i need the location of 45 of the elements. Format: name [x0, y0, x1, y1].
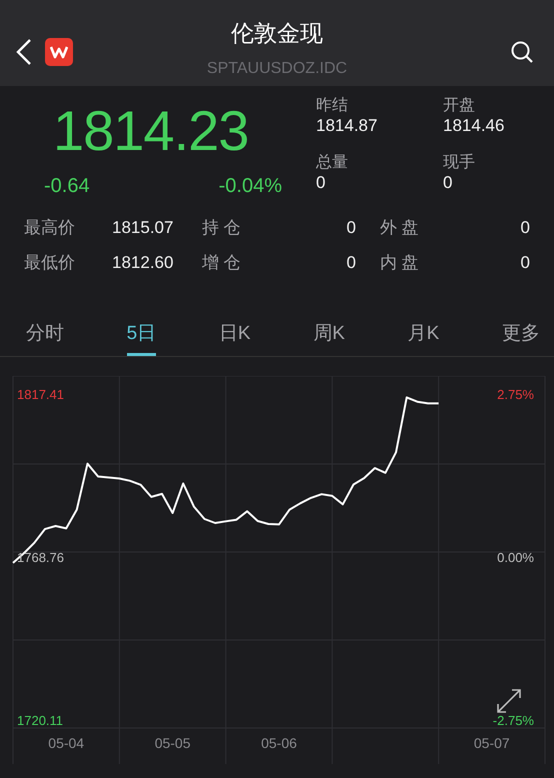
search-icon[interactable] [510, 40, 534, 64]
price-axis-label: 1720.11 [17, 713, 64, 728]
expand-icon[interactable] [497, 689, 521, 713]
stat-value: 0 [443, 172, 452, 194]
chart-tab[interactable]: 更多 [502, 320, 540, 356]
stat-value: 1814.46 [443, 115, 504, 138]
price-axis-label: 1768.76 [17, 550, 64, 565]
stat-value: 0 [520, 218, 530, 237]
percent-axis-label: -2.75% [492, 713, 534, 728]
stat-label: 增 仓 [202, 252, 241, 272]
stat-value: 1812.60 [112, 252, 174, 272]
chart-tab[interactable]: 日K [218, 320, 251, 356]
price-change: -0.64 [44, 174, 90, 199]
stat-value: 1815.07 [112, 218, 174, 237]
price-axis-label: 1817.41 [17, 387, 64, 402]
date-axis-label: 05-05 [154, 735, 190, 751]
date-axis-label: 05-04 [48, 735, 84, 751]
stat-value: 0 [346, 252, 356, 272]
app-logo-icon [45, 38, 73, 66]
stat-label: 持 仓 [202, 218, 241, 237]
stat-label: 内 盘 [380, 252, 419, 272]
percent-axis-label: 0.00% [497, 550, 534, 565]
stat-value: 1814.87 [316, 115, 378, 138]
stat-label: 外 盘 [380, 218, 419, 237]
stat-label: 最高价 [24, 218, 75, 237]
current-price: 1814.23 [53, 99, 248, 162]
chart-tab[interactable]: 周K [313, 320, 345, 356]
percent-axis-label: 2.75% [497, 387, 534, 402]
chart-tab[interactable]: 分时 [26, 320, 64, 356]
instrument-code: SPTAUUSDOZ.IDC [206, 59, 348, 79]
stat-label: 昨结 [316, 96, 348, 116]
chart-tab[interactable]: 5日 [126, 320, 156, 356]
stat-value: 0 [520, 252, 530, 272]
stat-label: 总量 [316, 153, 348, 172]
stat-label: 开盘 [443, 96, 475, 116]
date-axis-label: 05-06 [261, 735, 297, 751]
date-axis-label: 05-07 [474, 735, 510, 751]
chart-tab[interactable]: 月K [408, 320, 440, 356]
stat-label: 最低价 [24, 252, 75, 272]
stat-value: 0 [316, 172, 326, 194]
page-title: 伦敦金现 [231, 19, 323, 45]
back-icon[interactable] [14, 38, 34, 66]
percent-change: -0.04% [218, 174, 282, 199]
stat-label: 现手 [443, 153, 475, 172]
stat-value: 0 [346, 218, 356, 237]
